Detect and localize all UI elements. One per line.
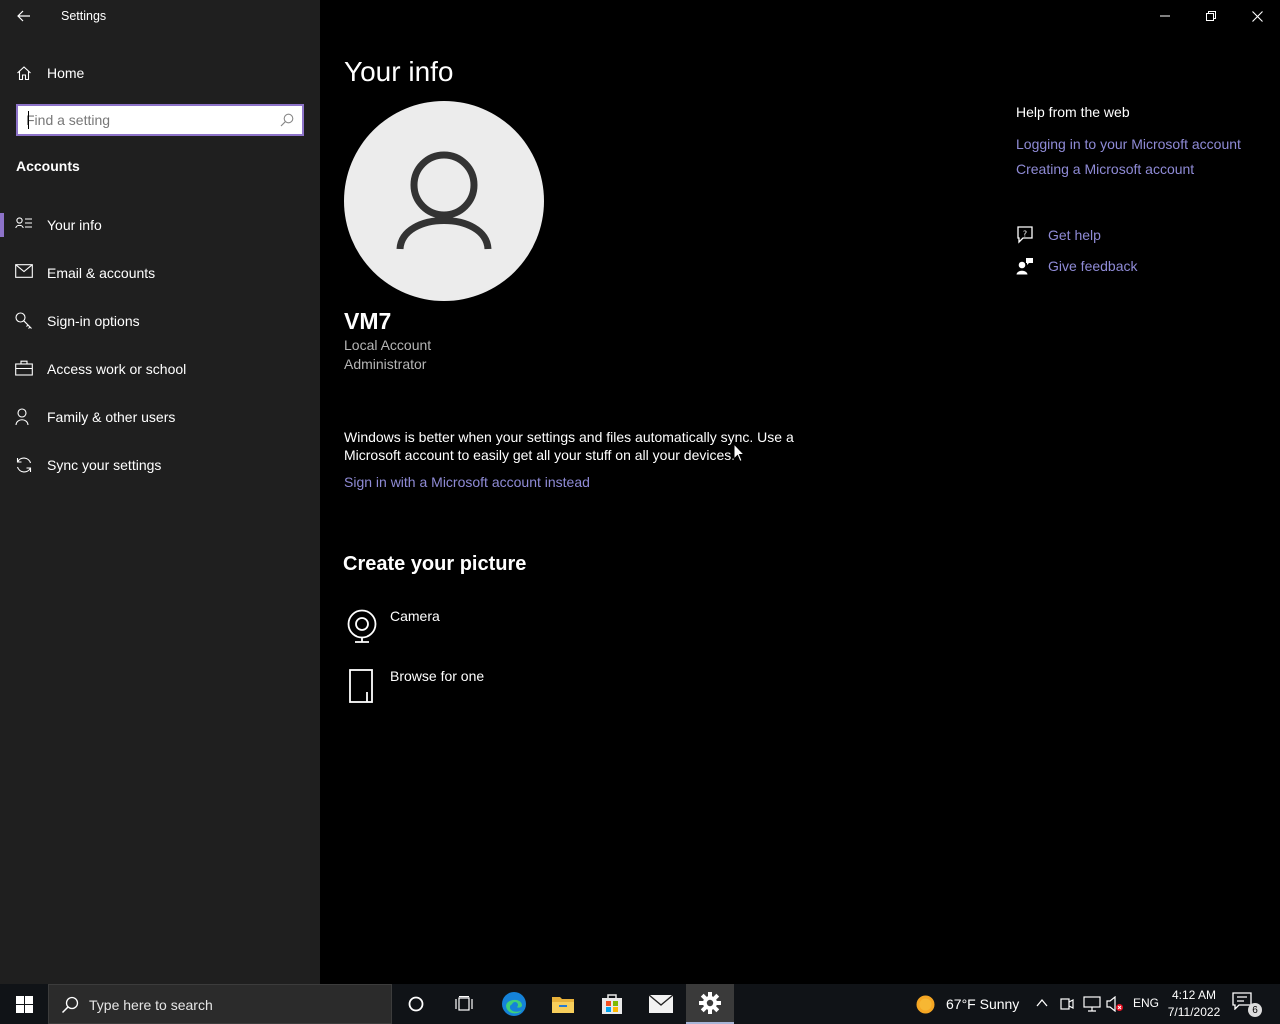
sidebar-item-label: Email & accounts [47, 265, 156, 281]
key-icon [15, 312, 32, 329]
close-button[interactable] [1234, 0, 1280, 32]
edge-browser-icon [502, 992, 526, 1016]
store-button[interactable] [588, 984, 636, 1024]
sidebar-item-sync-settings[interactable]: Sync your settings [0, 441, 320, 489]
help-link-creating-account[interactable]: Creating a Microsoft account [1016, 161, 1266, 177]
task-view-button[interactable] [440, 984, 488, 1024]
svg-text:?: ? [1023, 230, 1027, 239]
mouse-cursor-icon [733, 443, 745, 463]
camera-icon [347, 609, 377, 643]
sidebar-item-label: Access work or school [47, 361, 187, 377]
camera-label: Camera [390, 608, 440, 624]
cortana-icon [408, 996, 424, 1012]
sidebar-item-label: Your info [47, 217, 102, 233]
create-picture-heading: Create your picture [343, 553, 527, 575]
edge-button[interactable] [490, 984, 538, 1024]
notification-count-badge: 6 [1248, 1003, 1262, 1017]
contact-info-icon [15, 217, 32, 229]
language-indicator[interactable]: ENG [1133, 996, 1159, 1010]
sidebar-item-your-info[interactable]: Your info [0, 201, 320, 249]
gear-icon [699, 992, 721, 1014]
start-button[interactable] [0, 984, 48, 1024]
account-type: Local Account [344, 337, 432, 353]
home-label: Home [47, 65, 85, 81]
file-explorer-button[interactable] [539, 984, 587, 1024]
network-icon[interactable] [1083, 996, 1101, 1012]
restore-icon [1206, 11, 1216, 21]
mail-app-icon [648, 994, 674, 1013]
sidebar: Settings Home Accounts Your info Email &… [0, 0, 320, 984]
browse-option[interactable]: Browse for one [346, 668, 546, 708]
sidebar-item-label: Family & other users [47, 409, 176, 425]
account-role: Administrator [344, 356, 427, 372]
search-icon[interactable] [280, 113, 294, 127]
cortana-button[interactable] [392, 984, 440, 1024]
sign-in-microsoft-link[interactable]: Sign in with a Microsoft account instead [344, 474, 590, 490]
section-heading-accounts: Accounts [16, 158, 80, 174]
sidebar-item-access-work-school[interactable]: Access work or school [0, 345, 320, 393]
window-controls [1142, 0, 1280, 32]
file-icon [349, 669, 373, 703]
weather-text[interactable]: 67°F Sunny [946, 996, 1019, 1012]
restore-button[interactable] [1188, 0, 1234, 32]
mail-app-button[interactable] [637, 984, 685, 1024]
clock-date: 7/11/2022 [1167, 1005, 1221, 1019]
sidebar-home[interactable]: Home [0, 56, 320, 90]
help-heading: Help from the web [1016, 104, 1130, 120]
give-feedback-label: Give feedback [1048, 258, 1138, 274]
accounts-nav: Your info Email & accounts Sign-in optio… [0, 201, 320, 489]
user-placeholder-icon [396, 151, 492, 250]
settings-search-input[interactable] [18, 107, 268, 133]
give-feedback-action[interactable]: Give feedback [1016, 257, 1266, 288]
clock[interactable]: 4:12 AM 7/11/2022 [1162, 987, 1226, 1021]
back-arrow-icon [17, 10, 30, 22]
person-add-icon [15, 408, 29, 426]
back-button[interactable] [10, 4, 38, 28]
chat-help-icon: ? [1017, 226, 1033, 244]
folder-icon [552, 997, 574, 1013]
sidebar-item-email-accounts[interactable]: Email & accounts [0, 249, 320, 297]
camera-option[interactable]: Camera [346, 608, 546, 648]
mail-icon [15, 264, 33, 278]
taskbar: Type here to search 67°F Sunny ENG 4:12 … [0, 984, 1280, 1024]
taskbar-search-box[interactable]: Type here to search [48, 984, 392, 1024]
settings-search-box[interactable] [16, 104, 304, 136]
browse-label: Browse for one [390, 668, 485, 684]
chevron-up-icon[interactable] [1036, 998, 1048, 1008]
search-icon [61, 996, 79, 1014]
minimize-icon [1160, 15, 1170, 17]
taskbar-search-placeholder: Type here to search [89, 997, 213, 1013]
user-name: VM7 [344, 308, 392, 334]
main-content: Your info VM7 Local Account Administrato… [320, 0, 1280, 984]
sun-weather-icon[interactable] [916, 995, 935, 1014]
settings-app-button[interactable] [686, 984, 734, 1024]
sidebar-item-label: Sync your settings [47, 457, 162, 473]
help-panel: Help from the web Logging in to your Mic… [1016, 104, 1266, 288]
sidebar-item-label: Sign-in options [47, 313, 140, 329]
meet-now-icon[interactable] [1060, 996, 1074, 1012]
close-icon [1251, 10, 1263, 22]
volume-muted-icon[interactable] [1106, 996, 1124, 1012]
sidebar-item-sign-in-options[interactable]: Sign-in options [0, 297, 320, 345]
avatar [344, 101, 544, 301]
page-title: Your info [344, 56, 454, 87]
briefcase-icon [15, 360, 33, 376]
help-link-logging-in[interactable]: Logging in to your Microsoft account [1016, 136, 1266, 152]
sync-icon [16, 457, 32, 473]
clock-time: 4:12 AM [1171, 988, 1217, 1002]
minimize-button[interactable] [1142, 0, 1188, 32]
get-help-action[interactable]: ? Get help [1016, 226, 1266, 257]
store-icon [602, 994, 622, 1014]
task-view-icon [455, 996, 473, 1011]
home-icon [17, 66, 31, 81]
app-title: Settings [61, 9, 107, 23]
text-caret [28, 111, 29, 129]
selection-indicator [0, 213, 4, 237]
windows-logo-icon [15, 995, 33, 1013]
get-help-label: Get help [1048, 227, 1101, 243]
sidebar-item-family-other-users[interactable]: Family & other users [0, 393, 320, 441]
feedback-icon [1016, 258, 1033, 275]
